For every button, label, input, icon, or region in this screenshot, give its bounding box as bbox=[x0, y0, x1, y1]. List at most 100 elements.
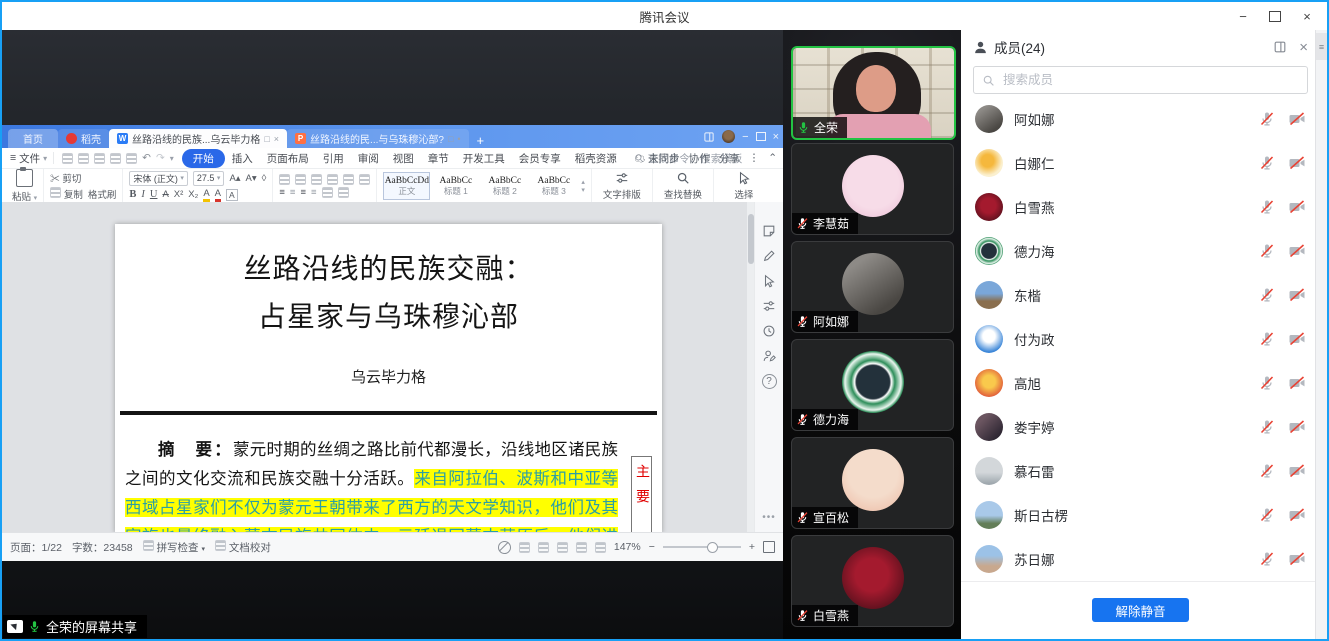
member-row[interactable]: 德力海 bbox=[961, 229, 1320, 273]
video-tile[interactable]: 白雪燕 bbox=[791, 535, 954, 627]
numbered-list-icon[interactable] bbox=[295, 174, 307, 185]
style-heading2[interactable]: AaBbCc 标题 2 bbox=[481, 172, 528, 200]
sort-icon[interactable] bbox=[359, 174, 371, 185]
window-layout-icon[interactable] bbox=[703, 131, 715, 143]
bold-button[interactable]: B bbox=[129, 189, 136, 200]
video-tile[interactable]: 德力海 bbox=[791, 339, 954, 431]
print-icon[interactable] bbox=[110, 152, 122, 164]
outline-view-icon[interactable] bbox=[537, 541, 549, 553]
panel-menu-button[interactable]: ≡ bbox=[1316, 33, 1327, 60]
zoom-out-icon[interactable]: − bbox=[649, 541, 655, 553]
wps-close-icon[interactable]: × bbox=[773, 131, 779, 143]
edit-mode-icon[interactable] bbox=[594, 541, 606, 553]
video-tile[interactable]: 李慧茹 bbox=[791, 143, 954, 235]
cut-icon[interactable]: ✂ 剪切 bbox=[50, 171, 81, 185]
close-button[interactable]: × bbox=[1291, 2, 1323, 30]
document-page[interactable]: 丝路沿线的民族交融： 占星家与乌珠穆沁部 乌云毕力格 摘 要：蒙元时期的丝绸之路… bbox=[115, 224, 662, 533]
bullet-list-icon[interactable] bbox=[279, 174, 291, 185]
member-row[interactable]: 东楷 bbox=[961, 273, 1320, 317]
font-size-select[interactable]: 27.5 ▾ bbox=[192, 170, 225, 186]
member-row[interactable]: 高旭 bbox=[961, 361, 1320, 405]
tab-close-icon[interactable]: × bbox=[274, 134, 279, 144]
user-edit-icon[interactable] bbox=[762, 349, 776, 363]
superscript-button[interactable]: X² bbox=[174, 189, 184, 200]
doc-proof-toggle[interactable]: 文档校对 bbox=[215, 539, 271, 555]
maximize-button[interactable] bbox=[1259, 2, 1291, 30]
outdent-icon[interactable] bbox=[311, 174, 323, 185]
select-button[interactable]: 选择 bbox=[714, 169, 774, 203]
member-row[interactable]: 付为政 bbox=[961, 317, 1320, 361]
wps-account-avatar[interactable] bbox=[722, 130, 736, 143]
member-row[interactable]: 白雪燕 bbox=[961, 185, 1320, 229]
member-search[interactable] bbox=[973, 66, 1308, 94]
open-icon[interactable] bbox=[62, 152, 74, 164]
sliders-icon[interactable] bbox=[762, 299, 776, 313]
indent-icon[interactable] bbox=[327, 174, 339, 185]
wps-maximize-icon[interactable] bbox=[755, 132, 766, 141]
zoom-in-icon[interactable]: + bbox=[749, 541, 755, 553]
file-menu[interactable]: ≡ 文件 ▾ bbox=[2, 151, 53, 166]
pin-icon[interactable]: □ bbox=[264, 134, 269, 144]
more-tools-icon[interactable]: ••• bbox=[762, 512, 776, 523]
print-preview-icon[interactable] bbox=[126, 152, 138, 164]
shrink-font-icon[interactable]: A▾ bbox=[246, 173, 257, 184]
page-view-icon[interactable] bbox=[518, 541, 530, 553]
clear-format-icon[interactable]: ◊ bbox=[262, 173, 267, 184]
read-mode-icon[interactable] bbox=[575, 541, 587, 553]
cloud-sync-status[interactable]: ☁ 未同步 bbox=[635, 151, 680, 166]
share-button[interactable]: 分享 bbox=[719, 151, 740, 166]
format-painter-button[interactable]: 格式刷 bbox=[88, 187, 117, 201]
menu-docer-resources[interactable]: 稻壳资源 bbox=[568, 149, 624, 168]
video-tile[interactable]: 宣百松 bbox=[791, 437, 954, 529]
line-spacing-icon[interactable] bbox=[321, 187, 333, 198]
find-replace-button[interactable]: 查找替换 bbox=[653, 169, 714, 203]
font-name-select[interactable]: 宋体 (正文) ▾ bbox=[129, 170, 188, 186]
paste-group[interactable]: 粘贴 ▾ bbox=[6, 167, 45, 203]
more-icon[interactable]: ⋮ bbox=[749, 152, 760, 164]
spell-check-toggle[interactable]: 拼写检查 ▾ bbox=[142, 539, 205, 555]
redo-icon[interactable]: ↷ bbox=[156, 152, 165, 164]
member-row[interactable]: 娄宇婷 bbox=[961, 405, 1320, 449]
menu-section[interactable]: 章节 bbox=[421, 149, 456, 168]
grow-font-icon[interactable]: A▴ bbox=[229, 173, 240, 184]
export-pdf-icon[interactable] bbox=[94, 152, 106, 164]
align-left-icon[interactable]: ≡ bbox=[279, 187, 285, 198]
popout-panel-icon[interactable] bbox=[1273, 40, 1287, 54]
menu-start[interactable]: 开始 bbox=[181, 148, 225, 168]
zoom-slider-knob[interactable] bbox=[706, 542, 718, 553]
word-count[interactable]: 字数：23458 bbox=[72, 540, 133, 555]
cursor-icon[interactable] bbox=[762, 274, 776, 288]
save-icon[interactable] bbox=[78, 152, 90, 164]
wps-tab-docer[interactable]: 稻壳 bbox=[58, 129, 109, 148]
menu-member[interactable]: 会员专享 bbox=[512, 149, 568, 168]
video-tile-speaker[interactable]: 全荣 bbox=[791, 46, 956, 140]
web-view-icon[interactable] bbox=[556, 541, 568, 553]
close-panel-icon[interactable]: × bbox=[1299, 39, 1308, 56]
menu-insert[interactable]: 插入 bbox=[225, 149, 260, 168]
collaborate-button[interactable]: 协作 bbox=[689, 151, 710, 166]
strikethrough-button[interactable]: A bbox=[162, 189, 168, 200]
font-color-button[interactable]: A bbox=[214, 188, 222, 202]
asian-layout-icon[interactable] bbox=[343, 174, 355, 185]
align-right-icon[interactable]: ≡ bbox=[300, 187, 306, 198]
wps-tab-presentation[interactable]: P 丝路沿线的民...与乌珠穆沁部? □ • bbox=[287, 129, 469, 148]
wps-minimize-icon[interactable]: − bbox=[742, 131, 748, 143]
menu-references[interactable]: 引用 bbox=[316, 149, 351, 168]
style-heading1[interactable]: AaBbCc 标题 1 bbox=[432, 172, 479, 200]
member-row[interactable]: 阿如娜 bbox=[961, 97, 1320, 141]
copy-button[interactable]: 复制 bbox=[50, 187, 83, 201]
sticker-icon[interactable] bbox=[762, 224, 776, 238]
char-border-button[interactable]: A bbox=[226, 188, 238, 201]
unmute-button[interactable]: 解除静音 bbox=[1092, 598, 1189, 622]
fit-page-icon[interactable] bbox=[763, 541, 775, 553]
underline-button[interactable]: U bbox=[150, 189, 158, 200]
style-normal[interactable]: AaBbCcDd 正文 bbox=[383, 172, 431, 200]
style-heading3[interactable]: AaBbCc 标题 3 bbox=[530, 172, 577, 200]
member-row[interactable]: 慕石雷 bbox=[961, 449, 1320, 493]
member-row[interactable]: 苏日娜 bbox=[961, 537, 1320, 581]
video-tile[interactable]: 阿如娜 bbox=[791, 241, 954, 333]
shading-icon[interactable] bbox=[337, 187, 349, 198]
menu-view[interactable]: 视图 bbox=[386, 149, 421, 168]
minimize-button[interactable]: − bbox=[1227, 2, 1259, 30]
zoom-slider[interactable] bbox=[662, 542, 741, 553]
